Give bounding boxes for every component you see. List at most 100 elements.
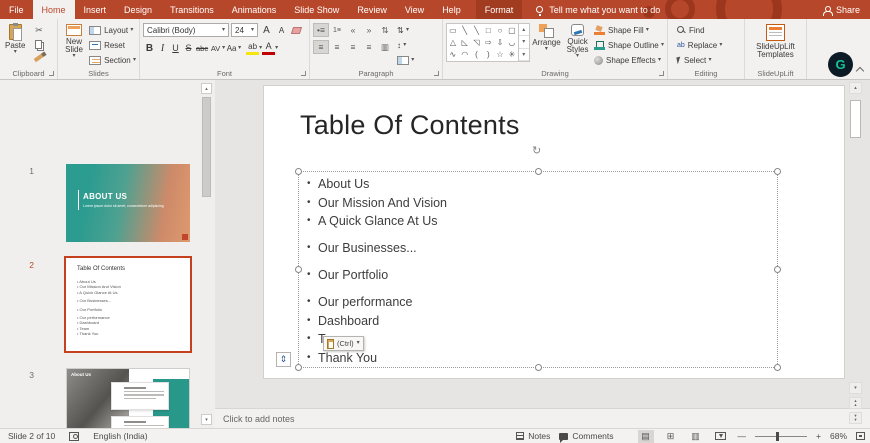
- share-button[interactable]: Share: [813, 0, 870, 19]
- shape-oval-icon[interactable]: ○: [494, 24, 506, 36]
- bullet-item[interactable]: About Us: [305, 175, 447, 194]
- autofit-options-button[interactable]: ⇕: [276, 352, 291, 367]
- font-size-select[interactable]: 24 ▾: [231, 23, 258, 37]
- character-spacing-button[interactable]: AV: [209, 41, 222, 55]
- resize-handle-middle-left[interactable]: [295, 266, 302, 273]
- notes-pane[interactable]: Click to add notes: [215, 408, 870, 428]
- rotate-handle-icon[interactable]: ↻: [532, 146, 543, 157]
- bullet-item[interactable]: Our Mission And Vision: [305, 194, 447, 213]
- bullet-item[interactable]: Thank You: [305, 349, 447, 368]
- section-button[interactable]: Section ▾: [89, 54, 136, 67]
- bullet-item[interactable]: A Quick Glance At Us: [305, 212, 447, 231]
- slide-sorter-view-button[interactable]: ⊞: [663, 430, 679, 443]
- shape-arrow-line-icon[interactable]: ╲: [471, 24, 483, 36]
- shape-sun-icon[interactable]: ✳: [506, 49, 518, 61]
- justify-button[interactable]: ≡: [361, 40, 377, 54]
- tab-file[interactable]: File: [0, 0, 33, 19]
- shape-effects-button[interactable]: Shape Effects ▾: [594, 54, 664, 67]
- align-right-button[interactable]: ≡: [345, 40, 361, 54]
- line-spacing-button[interactable]: ⇅: [377, 23, 393, 37]
- drawing-dialog-launcher[interactable]: [659, 71, 664, 76]
- shapes-scroll-up[interactable]: ▴: [518, 24, 529, 37]
- shape-fill-button[interactable]: Shape Fill ▾: [594, 24, 664, 37]
- fit-to-window-button[interactable]: [856, 432, 865, 440]
- find-button[interactable]: Find: [677, 24, 722, 37]
- thumbnail-scrollbar[interactable]: ▴ ▾: [200, 80, 213, 428]
- align-left-button[interactable]: ≡: [313, 40, 329, 54]
- shape-arrow-right-icon[interactable]: ⇨: [482, 36, 494, 48]
- text-direction-button[interactable]: ⇅ ▾: [397, 24, 414, 37]
- shapes-more-button[interactable]: ▾: [518, 49, 529, 61]
- cut-button[interactable]: ✂: [30, 23, 47, 37]
- tab-review[interactable]: Review: [348, 0, 396, 19]
- scroll-thumb[interactable]: [850, 100, 861, 138]
- increase-indent-button[interactable]: »: [361, 23, 377, 37]
- shape-outline-button[interactable]: Shape Outline ▾: [594, 39, 664, 52]
- slideuplift-templates-button[interactable]: SlideUpLift Templates: [748, 23, 803, 60]
- shape-corner-icon[interactable]: ◹: [471, 36, 483, 48]
- zoom-slider[interactable]: [755, 431, 808, 441]
- shapes-scroll-down[interactable]: ▾: [518, 36, 529, 49]
- tab-design[interactable]: Design: [115, 0, 161, 19]
- align-text-button[interactable]: ↕ ▾: [397, 39, 414, 52]
- shape-right-brace-icon[interactable]: ): [482, 49, 494, 61]
- content-textbox[interactable]: ↻ About Us Our Mission And Vision A Quic…: [295, 146, 781, 371]
- strikethrough-button[interactable]: abc: [195, 41, 209, 55]
- grow-font-button[interactable]: A: [260, 23, 273, 37]
- tab-transitions[interactable]: Transitions: [161, 0, 223, 19]
- resize-handle-top-middle[interactable]: [535, 168, 542, 175]
- shape-gallery[interactable]: ▭ ╲ ╲ □ ○ ▢ △ ◺ ◹ ⇨ ⇩ ◡ ∿ ◠ ( ) ☆ ✳ ▴ ▾ …: [446, 23, 530, 62]
- reset-button[interactable]: Reset: [89, 39, 136, 52]
- bullet-item[interactable]: Our performance: [305, 293, 447, 312]
- resize-handle-bottom-left[interactable]: [295, 364, 302, 371]
- font-dialog-launcher[interactable]: [301, 71, 306, 76]
- zoom-level[interactable]: 68%: [830, 431, 847, 441]
- resize-handle-bottom-right[interactable]: [774, 364, 781, 371]
- resize-handle-bottom-middle[interactable]: [535, 364, 542, 371]
- select-button[interactable]: Select ▾: [676, 54, 722, 67]
- arrange-button[interactable]: Arrange ▾: [530, 23, 563, 53]
- thumbnail-scroll-up[interactable]: ▴: [201, 83, 212, 94]
- slide-title[interactable]: Table Of Contents: [300, 110, 520, 141]
- layout-button[interactable]: Layout ▾: [89, 24, 136, 37]
- slide-3-thumbnail[interactable]: About Us: [66, 368, 190, 428]
- quick-styles-button[interactable]: Quick Styles ▾: [563, 23, 592, 60]
- shape-left-brace-icon[interactable]: (: [471, 49, 483, 61]
- shape-scribble-icon[interactable]: ∿: [447, 49, 459, 61]
- zoom-in-button[interactable]: +: [816, 431, 821, 441]
- change-case-button[interactable]: Aa: [225, 41, 238, 55]
- grammarly-badge[interactable]: G: [828, 52, 853, 77]
- bullet-item[interactable]: Dashboard: [305, 312, 447, 331]
- copy-button[interactable]: [30, 37, 47, 51]
- decrease-indent-button[interactable]: «: [345, 23, 361, 37]
- scroll-up-button[interactable]: ▴: [849, 82, 862, 94]
- bold-button[interactable]: B: [143, 41, 156, 55]
- comments-toggle[interactable]: Comments: [559, 431, 614, 443]
- shape-curve-icon[interactable]: ◠: [459, 49, 471, 61]
- new-slide-button[interactable]: New Slide ▾: [61, 23, 87, 60]
- notes-toggle[interactable]: Notes: [516, 431, 550, 441]
- slideshow-view-button[interactable]: [713, 430, 729, 443]
- columns-button[interactable]: ▥: [377, 40, 393, 54]
- italic-button[interactable]: I: [156, 41, 169, 55]
- normal-view-button[interactable]: ▤: [637, 429, 654, 443]
- tab-help[interactable]: Help: [433, 0, 470, 19]
- paste-options-button[interactable]: (Ctrl) ▾: [323, 336, 364, 351]
- scroll-down-button[interactable]: ▾: [849, 382, 862, 394]
- thumbnail-scroll-thumb[interactable]: [202, 97, 211, 197]
- resize-handle-middle-right[interactable]: [774, 266, 781, 273]
- font-family-select[interactable]: Calibri (Body) ▾: [143, 23, 229, 37]
- slide-2-thumbnail-selected[interactable]: Table Of Contents About Us Our Mission A…: [64, 256, 192, 353]
- previous-slide-button[interactable]: ▴ ▴: [849, 397, 862, 409]
- strikethrough-s-button[interactable]: S: [182, 41, 195, 55]
- shape-textbox-icon[interactable]: ▭: [447, 24, 459, 36]
- font-color-button[interactable]: A: [262, 41, 276, 55]
- next-slide-button[interactable]: ▾ ▾: [849, 412, 862, 424]
- tell-me-box[interactable]: Tell me what you want to do: [536, 0, 660, 19]
- shape-arrow-down-icon[interactable]: ⇩: [494, 36, 506, 48]
- smartart-button[interactable]: ▾: [397, 54, 414, 67]
- clear-formatting-button[interactable]: [290, 23, 303, 37]
- bullets-button[interactable]: •≡: [313, 23, 329, 37]
- thumbnail-scroll-down[interactable]: ▾: [201, 414, 212, 425]
- text-highlight-button[interactable]: ab: [246, 41, 260, 55]
